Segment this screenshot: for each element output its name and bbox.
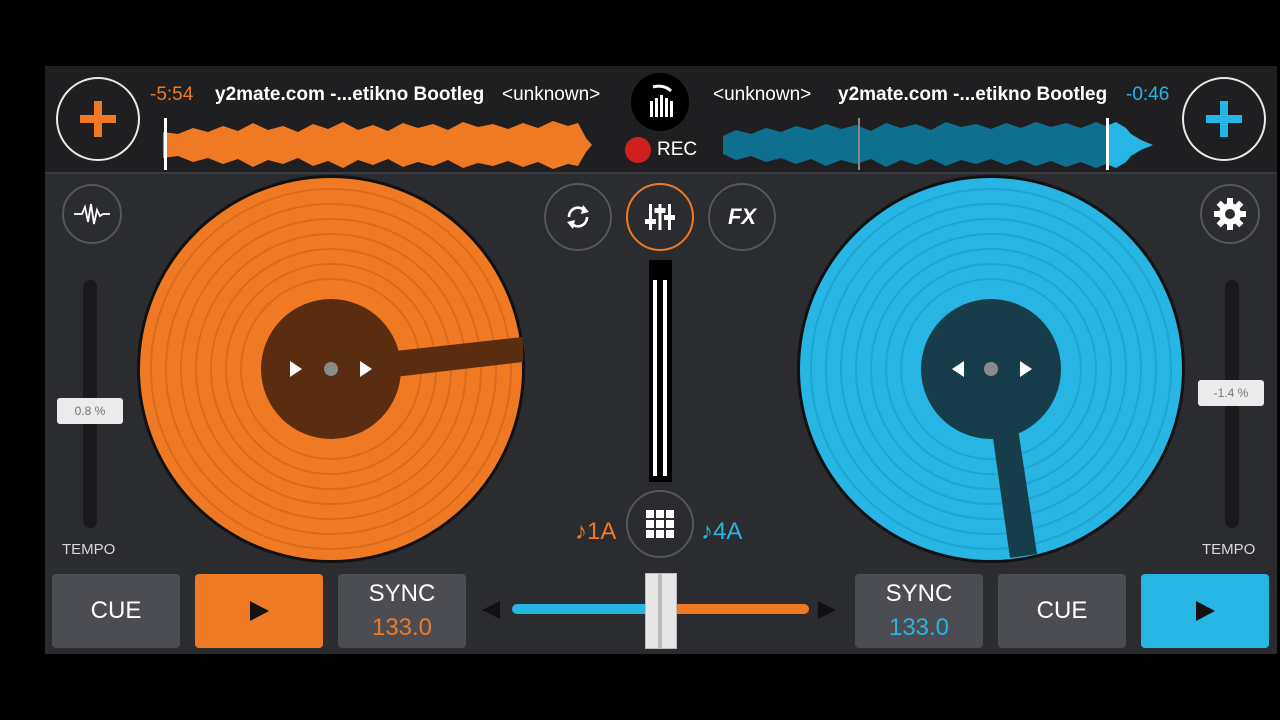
add-track-right-button[interactable] — [1182, 77, 1266, 161]
volume-meter — [649, 260, 672, 482]
left-bpm: 133.0 — [371, 614, 433, 641]
play-icon — [250, 601, 269, 621]
play-icon — [1196, 601, 1215, 621]
right-play-button[interactable] — [1141, 574, 1269, 648]
left-tempo-handle[interactable]: 0.8 % — [57, 398, 123, 424]
left-time-remaining: -5:54 — [150, 84, 194, 105]
right-waveform[interactable] — [721, 118, 1161, 172]
left-key-label: ♪1A — [575, 518, 617, 545]
right-time-remaining: -0:46 — [1126, 84, 1170, 105]
waveform-icon — [74, 203, 110, 225]
right-track-artist: <unknown> — [713, 84, 812, 105]
crossfader-right-track — [662, 604, 809, 614]
left-play-button[interactable] — [195, 574, 323, 648]
settings-button[interactable] — [1200, 184, 1260, 244]
left-waveform[interactable] — [158, 118, 598, 172]
meter-bar-right — [663, 280, 667, 476]
right-track-title: y2mate.com -...etikno Bootleg — [838, 84, 1108, 105]
mixer-button[interactable] — [626, 183, 694, 251]
left-cue-label: CUE — [90, 597, 142, 624]
record-button[interactable] — [625, 137, 651, 163]
loop-button[interactable] — [544, 183, 612, 251]
dj-app: -5:54 y2mate.com -...etikno Bootleg <unk… — [45, 66, 1277, 654]
left-track-title: y2mate.com -...etikno Bootleg — [215, 84, 485, 105]
sampler-button[interactable] — [626, 490, 694, 558]
crossfader-handle-line — [658, 574, 662, 648]
right-tempo-handle[interactable]: -1.4 % — [1198, 380, 1264, 406]
right-tempo-label: TEMPO — [1202, 541, 1256, 558]
left-sync-label: SYNC — [368, 580, 436, 607]
right-cue-label: CUE — [1036, 597, 1088, 624]
left-track-artist: <unknown> — [502, 84, 601, 105]
fx-button[interactable]: FX — [708, 183, 776, 251]
bottom-bar: CUE SYNC 133.0 SYNC 133.0 CUE — [45, 566, 1277, 654]
crossfader-left-arrow-icon[interactable] — [480, 600, 502, 620]
top-bar: -5:54 y2mate.com -...etikno Bootleg <unk… — [45, 66, 1277, 174]
gear-icon — [1214, 198, 1246, 230]
left-sync-button[interactable]: SYNC 133.0 — [338, 574, 466, 648]
record-logo-icon — [650, 84, 673, 117]
right-sync-label: SYNC — [885, 580, 953, 607]
add-track-left-button[interactable] — [56, 77, 140, 161]
right-sync-button[interactable]: SYNC 133.0 — [855, 574, 983, 648]
grid-icon — [646, 510, 674, 538]
left-tempo-label: TEMPO — [62, 541, 116, 558]
right-key-label: ♪4A — [701, 518, 743, 545]
plus-icon — [1206, 101, 1242, 137]
right-cue-button[interactable]: CUE — [998, 574, 1126, 648]
left-turntable[interactable] — [136, 174, 526, 564]
fx-label: FX — [727, 204, 757, 229]
plus-icon — [80, 101, 116, 137]
left-cue-button[interactable]: CUE — [52, 574, 180, 648]
right-bpm: 133.0 — [888, 614, 950, 641]
crossfader-handle[interactable] — [645, 573, 677, 649]
meter-bar-left — [653, 280, 657, 476]
mixer-sliders-icon — [645, 204, 675, 230]
app-logo — [631, 73, 689, 131]
right-turntable[interactable] — [796, 174, 1186, 564]
rec-label: REC — [657, 139, 698, 160]
waveform-view-button[interactable] — [62, 184, 122, 244]
loop-icon — [567, 205, 589, 229]
crossfader-left-track — [512, 604, 662, 614]
crossfader-right-arrow-icon[interactable] — [816, 600, 838, 620]
